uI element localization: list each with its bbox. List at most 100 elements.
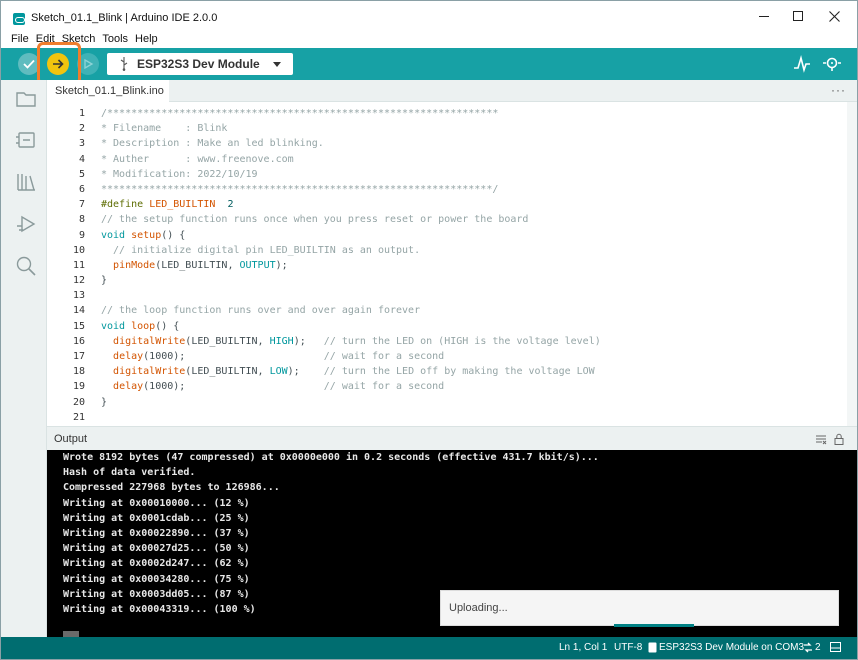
output-panel-header: Output (47, 426, 857, 450)
code-line[interactable]: * Filename : Blink (101, 121, 846, 136)
more-icon[interactable]: ··· (831, 83, 846, 97)
line-number: 9 (78, 229, 85, 241)
arduino-app-icon (13, 13, 25, 25)
output-line: Wrote 8192 bytes (47 compressed) at 0x00… (63, 452, 599, 463)
line-number: 15 (72, 320, 85, 332)
search-sidebar-button[interactable] (15, 255, 37, 277)
line-number: 19 (72, 381, 85, 393)
code-line[interactable]: /***************************************… (101, 106, 846, 121)
line-number: 17 (72, 351, 85, 362)
boards-manager-button[interactable] (15, 129, 37, 151)
sketchbook-button[interactable] (15, 88, 37, 110)
output-line: Compressed 227968 bytes to 126986... (63, 482, 280, 494)
maximize-icon (793, 11, 803, 21)
output-title: Output (54, 433, 88, 445)
folder-icon (16, 92, 36, 107)
line-number: 4 (78, 153, 85, 165)
line-number: 3 (78, 138, 85, 150)
code-line[interactable]: * Modification: 2022/10/19 (101, 167, 846, 182)
output-line: Writing at 0x00010000... (12 %) (63, 497, 250, 509)
serial-monitor-icon (823, 57, 841, 71)
code-line[interactable]: digitalWrite(LED_BUILTIN, HIGH); // turn… (101, 334, 846, 349)
line-number: 16 (72, 335, 85, 347)
board-selector[interactable]: ESP32S3 Dev Module (107, 53, 293, 75)
output-line: Writing at 0x00034280... (75 %) (63, 573, 250, 585)
editor-scrollbar[interactable] (847, 102, 857, 426)
upload-progress-bar (614, 624, 694, 627)
line-number-gutter: 1 2 3 4 5 6 7 8 9 10 11 12 13 14 15 16 17 18 19 20 21 (47, 106, 85, 425)
debug-sidebar-button[interactable] (15, 213, 37, 235)
code-editor[interactable]: 1 2 3 4 5 6 7 8 9 10 11 12 13 14 15 16 17 18 19 20 21 /*****… (47, 102, 857, 426)
toggle-panel-icon[interactable] (830, 642, 841, 652)
code-line[interactable]: // initialize digital pin LED_BUILTIN as… (101, 243, 846, 258)
board-port[interactable]: ESP32S3 Dev Module on COM3 (659, 642, 804, 653)
board-manager-icon (16, 132, 35, 148)
upload-notification: Uploading... (440, 590, 839, 627)
line-number: 8 (78, 214, 85, 226)
code-line[interactable]: pinMode(LED_BUILTIN, OUTPUT); (101, 258, 846, 273)
code-line[interactable]: void loop() { (101, 319, 846, 334)
debug-icon (17, 215, 36, 233)
output-line: Writing at 0x00022890... (37 %) (63, 527, 250, 539)
library-manager-button[interactable] (15, 171, 37, 193)
line-number: 1 (78, 108, 85, 119)
minimize-icon (759, 15, 769, 17)
line-number: 7 (78, 199, 85, 211)
line-number: 20 (72, 396, 85, 408)
debug-icon (84, 58, 94, 70)
line-number: 5 (78, 168, 85, 180)
usb-icon (120, 57, 128, 71)
tab-sketch-file[interactable]: Sketch_01.1_Blink.ino (47, 80, 169, 102)
menu-tools[interactable]: Tools (102, 31, 128, 48)
code-line[interactable]: // the loop function runs over and over … (101, 303, 846, 318)
lock-icon[interactable] (833, 433, 845, 445)
code-line[interactable] (101, 288, 846, 303)
line-number: 18 (72, 366, 85, 378)
sidebar (1, 80, 47, 637)
code-area[interactable]: /***************************************… (101, 106, 846, 425)
menu-file[interactable]: File (11, 31, 29, 48)
maximize-button[interactable] (780, 5, 816, 27)
code-line[interactable]: // the setup function runs once when you… (101, 212, 846, 227)
menu-bar: File Edit Sketch Tools Help (1, 31, 857, 48)
window-title: Sketch_01.1_Blink | Arduino IDE 2.0.0 (31, 12, 218, 24)
encoding[interactable]: UTF-8 (614, 642, 642, 653)
code-line[interactable]: } (101, 273, 846, 288)
notification-icon[interactable] (803, 642, 813, 653)
output-line: Writing at 0x00027d25... (50 %) (63, 543, 250, 555)
tab-bar: Sketch_01.1_Blink.ino ··· (47, 80, 857, 102)
notification-text: Uploading... (449, 602, 508, 614)
output-line: Hash of data verified. (63, 467, 196, 479)
code-line[interactable]: * Auther : www.freenove.com (101, 152, 846, 167)
code-line[interactable]: void setup() { (101, 228, 846, 243)
board-chip-icon (648, 642, 657, 653)
code-line[interactable]: digitalWrite(LED_BUILTIN, LOW); // turn … (101, 364, 846, 379)
code-line[interactable] (101, 410, 846, 425)
title-bar: Sketch_01.1_Blink | Arduino IDE 2.0.0 (1, 1, 857, 31)
tab-label: Sketch_01.1_Blink.ino (55, 85, 164, 97)
minimize-button[interactable] (746, 5, 782, 27)
code-line[interactable]: delay(1000); // wait for a second (101, 349, 846, 364)
serial-plotter-button[interactable] (791, 54, 813, 74)
serial-plotter-icon (794, 54, 810, 73)
serial-monitor-button[interactable] (821, 54, 843, 74)
line-number: 12 (72, 275, 85, 287)
code-line[interactable]: } (101, 395, 846, 410)
notification-count: 2 (815, 642, 821, 653)
line-number: 13 (72, 290, 85, 302)
close-button[interactable] (816, 5, 852, 27)
clear-output-icon[interactable] (815, 433, 827, 445)
verify-icon (23, 59, 35, 69)
cursor-position[interactable]: Ln 1, Col 1 (559, 642, 607, 653)
line-number: 14 (72, 305, 85, 317)
code-line[interactable]: #define LED_BUILTIN 2 (101, 197, 846, 212)
code-line[interactable]: * Description : Make an led blinking. (101, 136, 846, 151)
code-line[interactable]: ****************************************… (101, 182, 846, 197)
close-icon (828, 10, 840, 22)
search-icon (16, 256, 36, 276)
line-number: 21 (72, 411, 85, 423)
menu-help[interactable]: Help (135, 31, 158, 48)
line-number: 2 (78, 123, 85, 135)
code-line[interactable]: delay(1000); // wait for a second (101, 379, 846, 394)
line-number: 6 (78, 183, 85, 195)
